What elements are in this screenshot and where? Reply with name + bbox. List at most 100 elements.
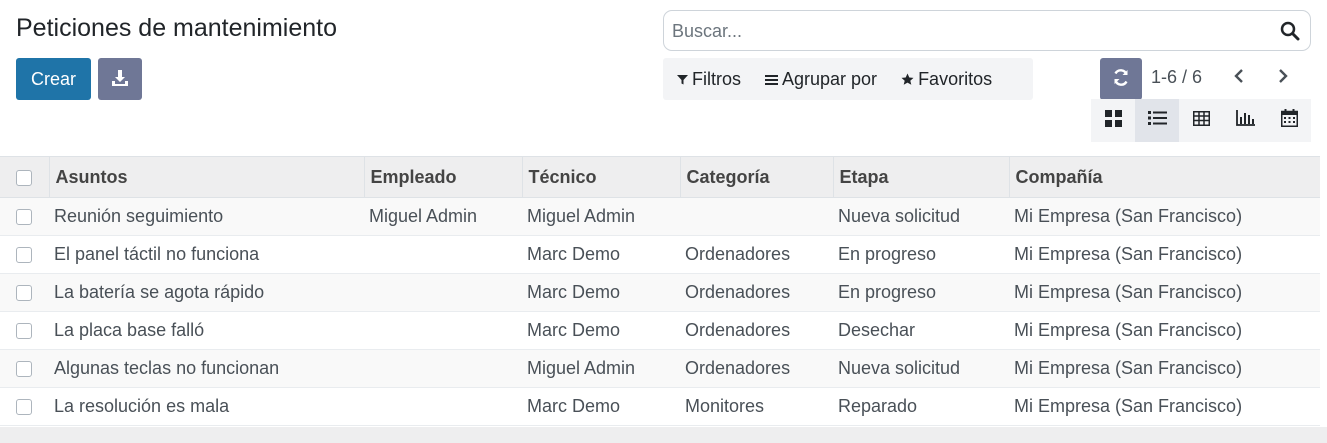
view-calendar-button[interactable] bbox=[1267, 99, 1311, 142]
cell-stage[interactable]: Nueva solicitud bbox=[833, 350, 1009, 388]
cell-technician[interactable]: Miguel Admin bbox=[522, 198, 680, 236]
download-icon bbox=[111, 69, 129, 90]
bar-chart-icon bbox=[1235, 110, 1255, 131]
cell-stage[interactable]: Nueva solicitud bbox=[833, 198, 1009, 236]
pager-previous-button[interactable] bbox=[1228, 66, 1250, 90]
column-header-company[interactable]: Compañía bbox=[1009, 156, 1320, 198]
cell-technician[interactable]: Marc Demo bbox=[522, 274, 680, 312]
pager-value[interactable]: 1-6 / 6 bbox=[1151, 67, 1202, 88]
table-row[interactable]: Reunión seguimiento Miguel Admin Miguel … bbox=[0, 197, 1320, 236]
table-row[interactable]: La batería se agota rápido Marc Demo Ord… bbox=[0, 273, 1320, 312]
cell-employee[interactable] bbox=[364, 236, 522, 274]
view-pivot-button[interactable] bbox=[1179, 99, 1223, 142]
search-icon[interactable] bbox=[1280, 21, 1300, 41]
kanban-icon bbox=[1104, 109, 1122, 132]
cell-company[interactable]: Mi Empresa (San Francisco) bbox=[1009, 312, 1320, 350]
pager-next-button[interactable] bbox=[1272, 66, 1294, 90]
column-header-technician[interactable]: Técnico bbox=[522, 156, 681, 198]
row-select-cell bbox=[0, 198, 49, 236]
table-icon bbox=[1192, 110, 1210, 131]
row-checkbox[interactable] bbox=[16, 209, 32, 226]
row-select-cell bbox=[0, 350, 49, 388]
calendar-icon bbox=[1280, 109, 1298, 132]
cell-category[interactable]: Ordenadores bbox=[680, 350, 833, 388]
cell-company[interactable]: Mi Empresa (San Francisco) bbox=[1009, 274, 1320, 312]
cell-technician[interactable]: Marc Demo bbox=[522, 312, 680, 350]
favorites-button[interactable]: Favoritos bbox=[901, 69, 992, 90]
cell-technician[interactable]: Marc Demo bbox=[522, 388, 680, 426]
cell-subject[interactable]: La batería se agota rápido bbox=[49, 274, 364, 312]
cell-technician[interactable]: Miguel Admin bbox=[522, 350, 680, 388]
view-list-button[interactable] bbox=[1135, 99, 1179, 142]
cell-category[interactable]: Monitores bbox=[680, 388, 833, 426]
group-by-button[interactable]: Agrupar por bbox=[765, 69, 877, 90]
search-input[interactable] bbox=[672, 19, 1272, 43]
chevron-right-icon bbox=[1277, 68, 1289, 89]
requests-table: Asuntos Empleado Técnico Categoría Etapa… bbox=[0, 156, 1320, 426]
cell-company[interactable]: Mi Empresa (San Francisco) bbox=[1009, 388, 1320, 426]
cell-subject[interactable]: Reunión seguimiento bbox=[49, 198, 364, 236]
select-all-checkbox[interactable] bbox=[16, 169, 32, 186]
row-select-cell bbox=[0, 274, 49, 312]
table-row[interactable]: La placa base falló Marc Demo Ordenadore… bbox=[0, 311, 1320, 350]
row-checkbox[interactable] bbox=[16, 361, 32, 378]
filters-label: Filtros bbox=[692, 68, 741, 89]
favorites-label: Favoritos bbox=[918, 68, 993, 89]
cell-subject[interactable]: La resolución es mala bbox=[49, 388, 364, 426]
refresh-icon bbox=[1112, 68, 1130, 91]
row-select-cell bbox=[0, 312, 49, 350]
cell-stage[interactable]: En progreso bbox=[833, 274, 1009, 312]
row-checkbox[interactable] bbox=[16, 247, 32, 264]
table-footer bbox=[0, 427, 1327, 443]
group-by-label: Agrupar por bbox=[782, 68, 878, 89]
cell-category[interactable] bbox=[680, 198, 833, 236]
download-button[interactable] bbox=[98, 58, 142, 100]
view-kanban-button[interactable] bbox=[1091, 99, 1135, 142]
column-header-stage[interactable]: Etapa bbox=[833, 156, 1010, 198]
cell-subject[interactable]: El panel táctil no funciona bbox=[49, 236, 364, 274]
cell-company[interactable]: Mi Empresa (San Francisco) bbox=[1009, 350, 1320, 388]
cell-employee[interactable]: Miguel Admin bbox=[364, 198, 522, 236]
row-checkbox[interactable] bbox=[16, 323, 32, 340]
bars-icon bbox=[765, 74, 778, 85]
column-header-employee[interactable]: Empleado bbox=[364, 156, 523, 198]
column-header-category[interactable]: Categoría bbox=[680, 156, 834, 198]
select-all-cell bbox=[0, 156, 50, 198]
chevron-left-icon bbox=[1233, 68, 1245, 89]
search-bar[interactable] bbox=[663, 10, 1311, 51]
cell-technician[interactable]: Marc Demo bbox=[522, 236, 680, 274]
view-switcher bbox=[1091, 99, 1311, 142]
cell-category[interactable]: Ordenadores bbox=[680, 274, 833, 312]
cell-company[interactable]: Mi Empresa (San Francisco) bbox=[1009, 198, 1320, 236]
table-row[interactable]: El panel táctil no funciona Marc Demo Or… bbox=[0, 235, 1320, 274]
cell-employee[interactable] bbox=[364, 274, 522, 312]
cell-subject[interactable]: La placa base falló bbox=[49, 312, 364, 350]
row-checkbox[interactable] bbox=[16, 399, 32, 416]
filter-icon bbox=[677, 74, 688, 85]
page-title: Peticiones de mantenimiento bbox=[16, 14, 338, 42]
row-checkbox[interactable] bbox=[16, 285, 32, 302]
star-icon bbox=[901, 73, 914, 86]
cell-subject[interactable]: Algunas teclas no funcionan bbox=[49, 350, 364, 388]
cell-category[interactable]: Ordenadores bbox=[680, 236, 833, 274]
refresh-button[interactable] bbox=[1100, 58, 1142, 100]
cell-category[interactable]: Ordenadores bbox=[680, 312, 833, 350]
cell-stage[interactable]: En progreso bbox=[833, 236, 1009, 274]
row-select-cell bbox=[0, 236, 49, 274]
cell-stage[interactable]: Desechar bbox=[833, 312, 1009, 350]
table-header-row: Asuntos Empleado Técnico Categoría Etapa… bbox=[0, 156, 1320, 198]
create-button[interactable]: Crear bbox=[16, 58, 91, 100]
table-row[interactable]: Algunas teclas no funcionan Miguel Admin… bbox=[0, 349, 1320, 388]
view-graph-button[interactable] bbox=[1223, 99, 1267, 142]
cell-employee[interactable] bbox=[364, 388, 522, 426]
search-options: Filtros Agrupar por Favoritos bbox=[663, 58, 1033, 100]
cell-employee[interactable] bbox=[364, 350, 522, 388]
cell-employee[interactable] bbox=[364, 312, 522, 350]
column-header-subject[interactable]: Asuntos bbox=[49, 156, 365, 198]
cell-company[interactable]: Mi Empresa (San Francisco) bbox=[1009, 236, 1320, 274]
table-row[interactable]: La resolución es mala Marc Demo Monitore… bbox=[0, 387, 1320, 426]
list-icon bbox=[1147, 110, 1167, 131]
row-select-cell bbox=[0, 388, 49, 426]
filters-button[interactable]: Filtros bbox=[677, 69, 741, 90]
cell-stage[interactable]: Reparado bbox=[833, 388, 1009, 426]
